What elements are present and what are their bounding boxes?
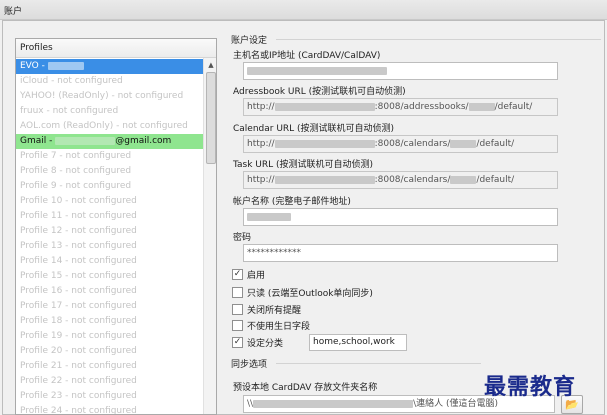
- redacted-text: [468, 102, 495, 111]
- disable-reminders-option[interactable]: 关闭所有提醒: [232, 303, 301, 316]
- enable-checkbox[interactable]: ✓: [232, 269, 243, 280]
- profile-item-13[interactable]: Profile 13 - not configured: [16, 239, 203, 254]
- redacted-text: [450, 139, 477, 148]
- profile-email-suffix: @gmail.com: [115, 136, 172, 146]
- profile-item-14[interactable]: Profile 14 - not configured: [16, 254, 203, 269]
- profile-item-15[interactable]: Profile 15 - not configured: [16, 269, 203, 284]
- profile-item-aol[interactable]: AOL.com (ReadOnly) - not configured: [16, 119, 203, 134]
- profile-item-10[interactable]: Profile 10 - not configured: [16, 194, 203, 209]
- profile-item-fruux[interactable]: fruux - not configured: [16, 104, 203, 119]
- url-prefix: http://: [247, 139, 275, 149]
- readonly-label: 只读 (云端至Outlook单向同步): [247, 289, 373, 299]
- profile-item-19[interactable]: Profile 19 - not configured: [16, 329, 203, 344]
- disable-reminders-checkbox[interactable]: [232, 304, 243, 315]
- profiles-list[interactable]: Profiles EVO - iCloud - not configured Y…: [15, 38, 217, 415]
- profile-label: Gmail -: [20, 136, 56, 146]
- profile-item-22[interactable]: Profile 22 - not configured: [16, 374, 203, 389]
- account-section-title: 账户设定: [231, 36, 268, 46]
- profile-label: EVO -: [20, 61, 48, 71]
- section-divider: [276, 39, 601, 40]
- password-input[interactable]: ************: [243, 244, 558, 262]
- profile-item-yahoo[interactable]: YAHOO! (ReadOnly) - not configured: [16, 89, 203, 104]
- readonly-checkbox[interactable]: [232, 287, 243, 298]
- profiles-items: EVO - iCloud - not configured YAHOO! (Re…: [16, 59, 203, 414]
- profile-item-9[interactable]: Profile 9 - not configured: [16, 179, 203, 194]
- profile-item-7[interactable]: Profile 7 - not configured: [16, 149, 203, 164]
- section-divider: [276, 363, 481, 364]
- url-suffix: /default/: [476, 139, 515, 149]
- profile-item-12[interactable]: Profile 12 - not configured: [16, 224, 203, 239]
- profiles-scrollbar[interactable]: ▲: [203, 58, 216, 414]
- enable-option[interactable]: ✓ 启用: [232, 268, 265, 281]
- redacted-text: [55, 136, 116, 145]
- redacted-text: [47, 61, 84, 70]
- sync-section-title: 同步选项: [231, 360, 268, 370]
- scroll-up-arrow-icon[interactable]: ▲: [205, 59, 216, 71]
- profile-item-11[interactable]: Profile 11 - not configured: [16, 209, 203, 224]
- categories-checkbox[interactable]: ✓: [232, 337, 243, 348]
- folder-name-label: 预设本地 CardDAV 存放文件夹名称: [233, 383, 378, 393]
- url-mid: :8008/addressbooks/: [374, 102, 469, 112]
- host-input[interactable]: [243, 62, 558, 80]
- profile-item-24[interactable]: Profile 24 - not configured: [16, 404, 203, 414]
- profile-item-16[interactable]: Profile 16 - not configured: [16, 284, 203, 299]
- addressbook-url-input[interactable]: http:// :8008/addressbooks/ /default/: [243, 98, 558, 116]
- categories-label: 设定分类: [247, 339, 284, 349]
- redacted-text: [274, 175, 375, 184]
- redacted-text: [274, 102, 375, 111]
- url-mid: :8008/calendars/: [374, 175, 451, 185]
- title-bar: 账户: [0, 0, 607, 20]
- url-suffix: /default/: [476, 175, 515, 185]
- account-name-input[interactable]: [243, 208, 558, 226]
- calendar-url-input[interactable]: http:// :8008/calendars/ /default/: [243, 135, 558, 153]
- redacted-text: [253, 399, 414, 408]
- password-label: 密码: [233, 233, 252, 243]
- profile-item-21[interactable]: Profile 21 - not configured: [16, 359, 203, 374]
- enable-label: 启用: [247, 271, 266, 281]
- categories-input[interactable]: home,school,work: [309, 334, 407, 351]
- task-url-input[interactable]: http:// :8008/calendars/ /default/: [243, 171, 558, 189]
- host-label: 主机名或IP地址 (CardDAV/CalDAV): [233, 51, 381, 61]
- url-suffix: /default/: [494, 102, 533, 112]
- profile-item-20[interactable]: Profile 20 - not configured: [16, 344, 203, 359]
- redacted-text: [247, 66, 387, 75]
- url-mid: :8008/calendars/: [374, 139, 451, 149]
- redacted-text: [247, 212, 291, 221]
- no-birthday-label: 不使用生日字段: [247, 322, 311, 332]
- account-name-label: 帐户名称 (完整电子邮件地址): [233, 197, 351, 207]
- no-birthday-checkbox[interactable]: [232, 320, 243, 331]
- profile-item-23[interactable]: Profile 23 - not configured: [16, 389, 203, 404]
- readonly-option[interactable]: 只读 (云端至Outlook单向同步): [232, 286, 373, 299]
- task-url-label: Task URL (按测试联机可自动侦测): [233, 160, 374, 170]
- addressbook-url-label: Adressbook URL (按测试联机可自动侦测): [233, 87, 406, 97]
- profile-item-icloud[interactable]: iCloud - not configured: [16, 74, 203, 89]
- redacted-text: [450, 175, 477, 184]
- profile-item-18[interactable]: Profile 18 - not configured: [16, 314, 203, 329]
- calendar-url-label: Calendar URL (按测试联机可自动侦测): [233, 124, 395, 134]
- watermark-logo: 最需教育: [484, 374, 577, 400]
- categories-option[interactable]: ✓ 设定分类: [232, 336, 283, 349]
- profiles-header: Profiles: [16, 39, 216, 58]
- profile-item-evo[interactable]: EVO -: [16, 59, 203, 74]
- url-prefix: http://: [247, 102, 275, 112]
- redacted-text: [274, 139, 375, 148]
- url-prefix: http://: [247, 175, 275, 185]
- scroll-thumb[interactable]: [206, 72, 216, 164]
- profile-item-gmail[interactable]: Gmail - @gmail.com: [16, 134, 203, 149]
- profile-item-17[interactable]: Profile 17 - not configured: [16, 299, 203, 314]
- no-birthday-option[interactable]: 不使用生日字段: [232, 319, 310, 332]
- profile-item-8[interactable]: Profile 8 - not configured: [16, 164, 203, 179]
- window-title: 账户: [4, 7, 23, 17]
- disable-reminders-label: 关闭所有提醒: [247, 306, 302, 316]
